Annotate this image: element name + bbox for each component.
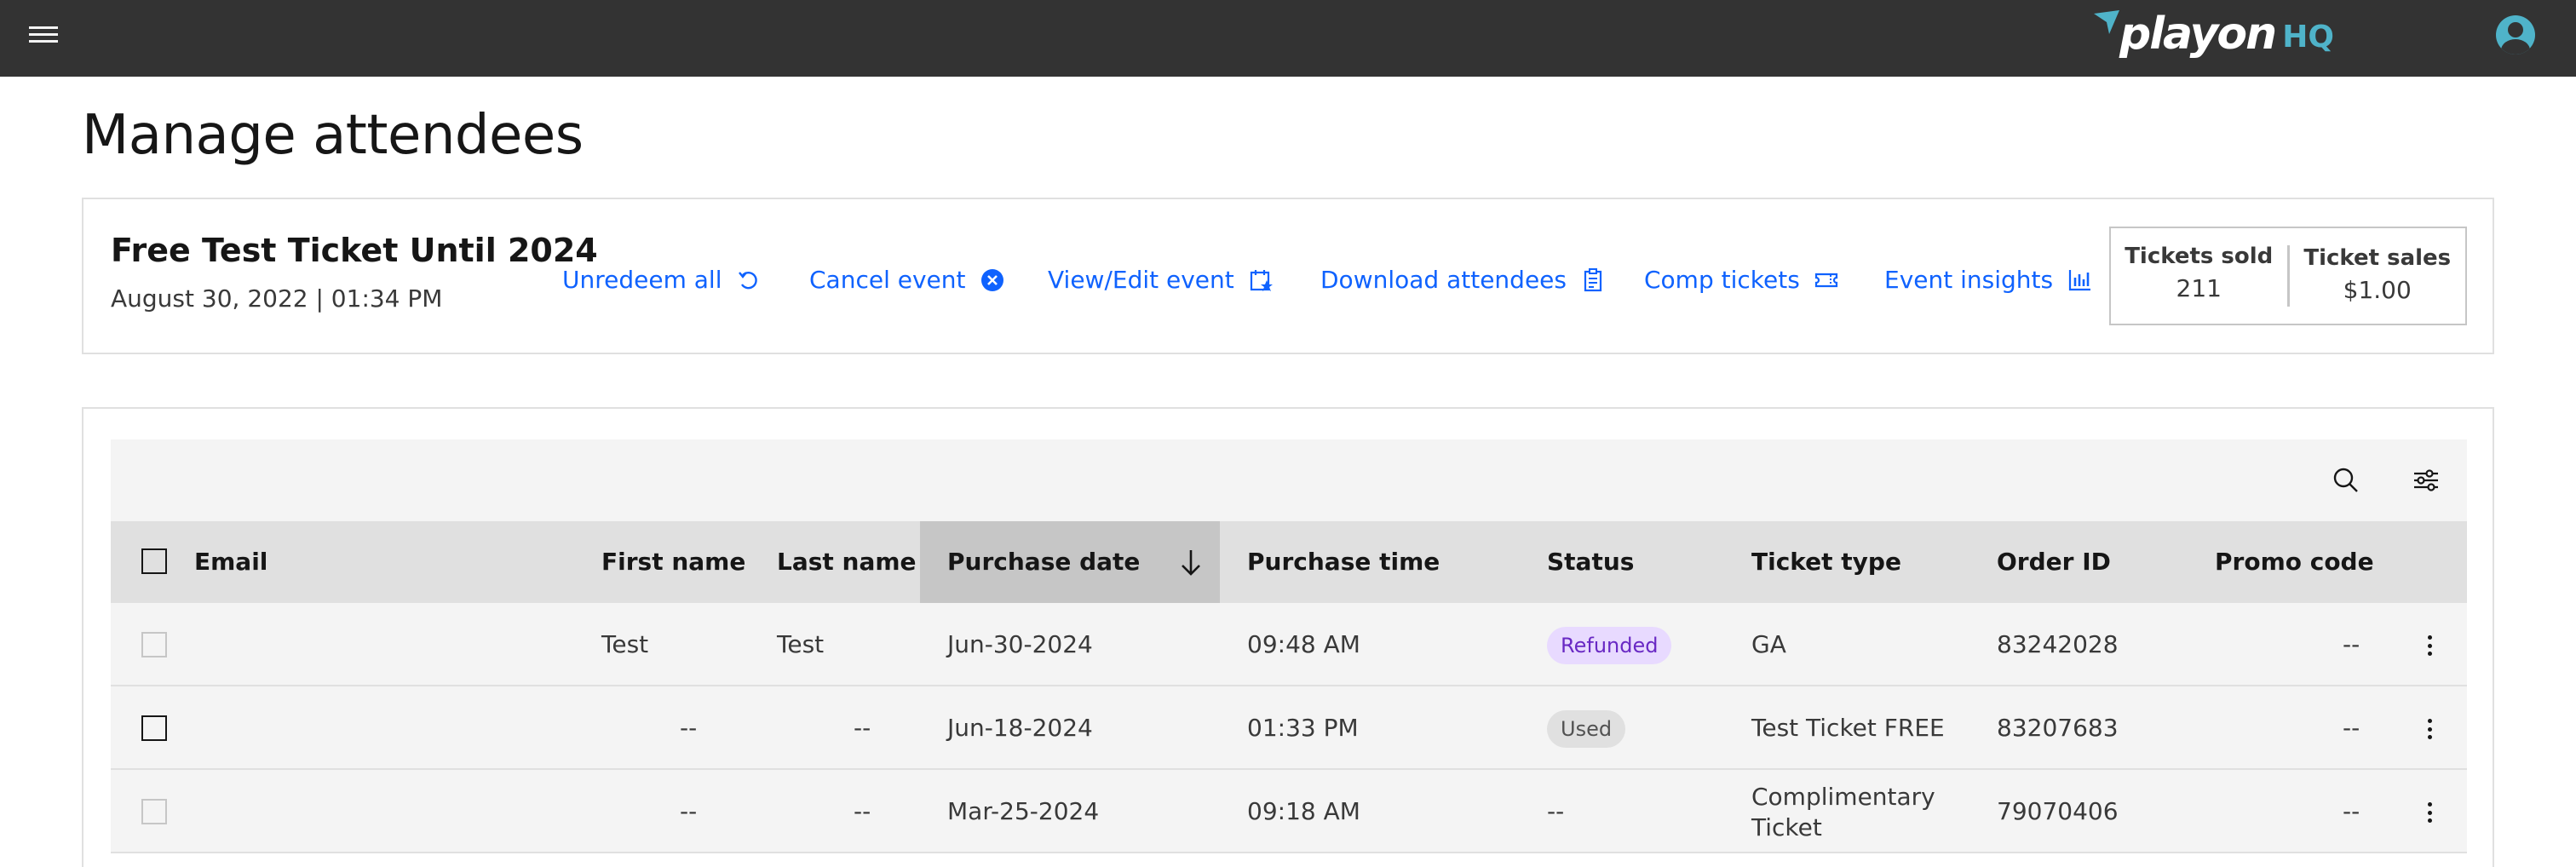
attendees-table-container: Email First name Last name Purchase date… <box>82 407 2494 867</box>
cell-purchase-time: 01:33 PM <box>1247 714 1359 742</box>
row-overflow-menu-icon[interactable] <box>2419 795 2440 830</box>
ticket-sales-value: $1.00 <box>2343 276 2412 304</box>
row-checkbox-disabled <box>141 799 167 824</box>
bar-chart-icon <box>2068 269 2091 290</box>
column-header-promo-code[interactable]: Promo code <box>2215 521 2374 603</box>
search-icon[interactable] <box>2329 463 2363 497</box>
row-overflow-menu-icon[interactable] <box>2419 712 2440 746</box>
row-overflow-menu-icon[interactable] <box>2419 629 2440 663</box>
cell-order-id: 83242028 <box>1997 630 2119 658</box>
event-insights-button[interactable]: Event insights <box>1884 266 2092 294</box>
ticket-sales-label: Ticket sales <box>2303 245 2452 271</box>
table-row: Test Test Jun-30-2024 09:48 AM Refunded … <box>111 603 2467 686</box>
cell-order-id: 83207683 <box>1997 714 2119 742</box>
column-header-first-name[interactable]: First name <box>601 521 745 603</box>
clipboard-icon <box>1584 267 1602 291</box>
cell-last-name: -- <box>854 797 871 825</box>
download-attendees-label: Download attendees <box>1320 266 1567 294</box>
comp-tickets-button[interactable]: Comp tickets <box>1644 266 1839 294</box>
cell-promo-code: -- <box>2343 630 2360 658</box>
status-badge-used: Used <box>1547 710 1626 748</box>
cell-purchase-date: Jun-18-2024 <box>947 714 1093 742</box>
cell-purchase-date: Mar-25-2024 <box>947 797 1100 825</box>
cell-first-name: -- <box>680 797 698 825</box>
cell-promo-code: -- <box>2343 714 2360 742</box>
select-all-checkbox[interactable] <box>141 548 167 574</box>
cancel-event-button[interactable]: Cancel event <box>809 266 1005 294</box>
tickets-sold-value: 211 <box>2176 274 2222 302</box>
table-header-row: Email First name Last name Purchase date… <box>111 521 2467 603</box>
cell-purchase-time: 09:18 AM <box>1247 797 1360 825</box>
close-circle-icon <box>980 268 1003 291</box>
cell-last-name: -- <box>854 714 871 742</box>
column-header-order-id[interactable]: Order ID <box>1997 521 2111 603</box>
logo-flag-icon <box>2094 10 2119 34</box>
table-row: -- -- Jun-18-2024 01:33 PM Used Test Tic… <box>111 686 2467 770</box>
unredeem-all-label: Unredeem all <box>562 266 722 294</box>
column-header-last-name[interactable]: Last name <box>777 521 917 603</box>
column-header-status[interactable]: Status <box>1547 521 1634 603</box>
column-header-ticket-type[interactable]: Ticket type <box>1751 521 1901 603</box>
purchase-date-header-label: Purchase date <box>947 548 1141 576</box>
event-name: Free Test Ticket Until 2024 <box>111 232 598 269</box>
undo-icon <box>739 271 758 289</box>
cell-first-name: Test <box>601 630 649 658</box>
user-avatar-icon[interactable] <box>2496 15 2535 55</box>
view-edit-event-button[interactable]: View/Edit event <box>1048 266 1274 294</box>
cell-promo-code: -- <box>2343 797 2360 825</box>
event-datetime: August 30, 2022 | 01:34 PM <box>111 284 443 313</box>
cell-last-name: Test <box>777 630 825 658</box>
calendar-star-icon <box>1250 269 1273 291</box>
menu-icon[interactable] <box>29 22 58 51</box>
ticket-icon <box>1814 273 1837 287</box>
comp-tickets-label: Comp tickets <box>1644 266 1800 294</box>
cell-ticket-type: GA <box>1751 630 1786 658</box>
sort-descending-icon <box>1182 550 1200 576</box>
column-header-email[interactable]: Email <box>194 521 267 603</box>
status-badge-refunded: Refunded <box>1547 627 1672 664</box>
row-checkbox-disabled <box>141 632 167 657</box>
unredeem-all-button[interactable]: Unredeem all <box>562 266 761 294</box>
cell-purchase-date: Jun-30-2024 <box>947 630 1093 658</box>
top-bar: playon HQ <box>0 0 2576 77</box>
column-header-purchase-date[interactable]: Purchase date <box>920 521 1220 603</box>
logo-suffix: HQ <box>2282 20 2334 55</box>
tickets-sold-stat: Tickets sold 211 <box>2111 228 2287 324</box>
event-insights-label: Event insights <box>1884 266 2054 294</box>
table-row: -- -- Mar-25-2024 09:18 AM -- Compliment… <box>111 770 2467 853</box>
cell-ticket-type: Test Ticket FREE <box>1751 714 1945 742</box>
ticket-sales-stat: Ticket sales $1.00 <box>2286 245 2466 307</box>
cell-purchase-time: 09:48 AM <box>1247 630 1360 658</box>
view-edit-event-label: View/Edit event <box>1048 266 1234 294</box>
filter-settings-icon[interactable] <box>2409 463 2443 497</box>
page-title: Manage attendees <box>82 104 584 167</box>
logo-wordmark: playon <box>2119 9 2277 60</box>
cancel-event-label: Cancel event <box>809 266 966 294</box>
cell-status: -- <box>1547 797 1565 825</box>
column-header-purchase-time[interactable]: Purchase time <box>1247 521 1440 603</box>
ticket-stats: Tickets sold 211 Ticket sales $1.00 <box>2109 227 2467 325</box>
table-toolbar <box>111 439 2467 521</box>
cell-order-id: 79070406 <box>1997 797 2119 825</box>
event-summary-card: Free Test Ticket Until 2024 August 30, 2… <box>82 198 2494 354</box>
download-attendees-button[interactable]: Download attendees <box>1320 266 1606 294</box>
cell-ticket-type: Complimentary Ticket <box>1751 783 1935 841</box>
playon-hq-logo[interactable]: playon HQ <box>2094 5 2334 60</box>
tickets-sold-label: Tickets sold <box>2125 244 2274 269</box>
cell-first-name: -- <box>680 714 698 742</box>
row-checkbox[interactable] <box>141 715 167 741</box>
